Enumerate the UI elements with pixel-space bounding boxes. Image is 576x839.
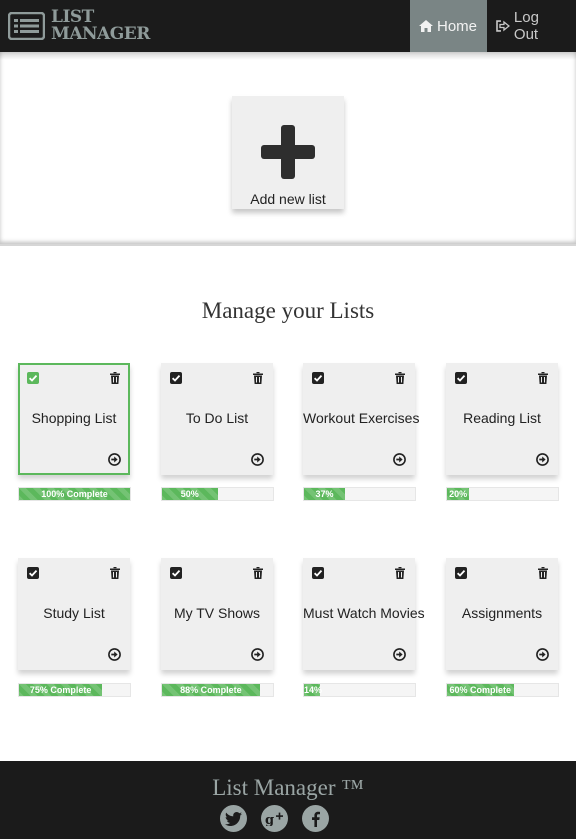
- arrow-right-circle-icon[interactable]: [393, 453, 406, 466]
- top-navbar: LIST MANAGER Home Log Out: [0, 0, 576, 52]
- sign-out-icon: [496, 20, 510, 32]
- footer-title: List Manager ™: [212, 775, 364, 800]
- checkbox-icon[interactable]: [312, 372, 324, 384]
- trash-icon[interactable]: [110, 372, 120, 384]
- progress-label: 88% Complete: [180, 685, 242, 695]
- trash-icon[interactable]: [538, 567, 548, 579]
- progress-bar: 100% Complete: [18, 487, 131, 501]
- checkbox-icon[interactable]: [455, 567, 467, 579]
- nav-home-link[interactable]: Home: [410, 0, 487, 52]
- list-card[interactable]: Study List: [18, 558, 130, 670]
- list-name: Workout Exercises: [303, 410, 420, 426]
- facebook-glyph: [312, 811, 320, 827]
- progress-bar: 37%: [303, 487, 416, 501]
- home-icon: [419, 20, 433, 32]
- list-name: Shopping List: [31, 410, 117, 426]
- list-name: Reading List: [463, 410, 541, 426]
- progress-bar: 50%: [161, 487, 274, 501]
- trash-icon[interactable]: [395, 372, 405, 384]
- arrow-right-circle-icon[interactable]: [536, 648, 549, 661]
- google-plus-glyph: g: [265, 812, 283, 826]
- trash-icon[interactable]: [253, 567, 263, 579]
- list-card[interactable]: To Do List: [161, 363, 273, 475]
- brand-text: LIST MANAGER: [51, 9, 150, 43]
- list-card[interactable]: My TV Shows: [161, 558, 273, 670]
- progress-bar: 14%: [303, 683, 416, 697]
- list-name: Assignments: [461, 605, 543, 621]
- list-card[interactable]: Must Watch Movies: [303, 558, 425, 670]
- arrow-right-circle-icon[interactable]: [536, 453, 549, 466]
- add-new-list-label: Add new list: [250, 191, 326, 207]
- list-card[interactable]: Shopping List: [18, 363, 130, 475]
- trash-icon[interactable]: [395, 567, 405, 579]
- trash-icon[interactable]: [538, 372, 548, 384]
- arrow-right-circle-icon[interactable]: [393, 648, 406, 661]
- facebook-icon[interactable]: [302, 805, 329, 832]
- plus-icon: [261, 125, 315, 179]
- list-icon: [8, 12, 45, 40]
- arrow-right-circle-icon[interactable]: [108, 453, 121, 466]
- progress-bar: 75% Complete: [18, 683, 131, 697]
- list-name: My TV Shows: [173, 605, 261, 621]
- list-name: Must Watch Movies: [303, 605, 425, 621]
- brand-line-2: MANAGER: [51, 24, 150, 44]
- arrow-right-circle-icon[interactable]: [251, 648, 264, 661]
- twitter-icon[interactable]: [220, 805, 247, 832]
- checkbox-icon[interactable]: [170, 372, 182, 384]
- progress-label: 14%: [304, 685, 323, 695]
- progress-label: 100% Complete: [41, 489, 108, 499]
- checkbox-icon[interactable]: [455, 372, 467, 384]
- progress-label: 20%: [449, 489, 468, 499]
- add-new-list-button[interactable]: Add new list: [232, 96, 344, 209]
- progress-label: 75% Complete: [29, 685, 92, 695]
- google-plus-icon[interactable]: g: [261, 805, 288, 832]
- progress-bar: 88% Complete: [161, 683, 274, 697]
- progress-bar: 20%: [446, 487, 559, 501]
- list-card[interactable]: Workout Exercises: [303, 363, 420, 475]
- checkbox-icon[interactable]: [170, 567, 182, 579]
- list-card[interactable]: Assignments: [446, 558, 558, 670]
- list-name: To Do List: [185, 410, 249, 426]
- nav-home-label: Home: [437, 17, 478, 35]
- list-card[interactable]: Reading List: [446, 363, 558, 475]
- footer: List Manager ™ g: [0, 761, 576, 839]
- progress-label: 60% Complete: [449, 685, 512, 695]
- list-name: Study List: [43, 605, 105, 621]
- progress-label: 50%: [180, 489, 199, 499]
- brand-logo[interactable]: LIST MANAGER: [8, 0, 150, 52]
- progress-bar: 60% Complete: [446, 683, 559, 697]
- twitter-glyph: [225, 811, 242, 826]
- checkbox-icon[interactable]: [27, 567, 39, 579]
- section-title: Manage your Lists: [201, 298, 375, 323]
- navbar-shadow: [0, 52, 576, 60]
- trash-icon[interactable]: [253, 372, 263, 384]
- svg-text:g: g: [265, 813, 274, 826]
- checkbox-icon[interactable]: [27, 372, 39, 384]
- arrow-right-circle-icon[interactable]: [108, 648, 121, 661]
- trash-icon[interactable]: [110, 567, 120, 579]
- progress-label: 37%: [315, 489, 334, 499]
- arrow-right-circle-icon[interactable]: [251, 453, 264, 466]
- nav-logout-label: Log Out: [513, 9, 539, 43]
- checkbox-icon[interactable]: [312, 567, 324, 579]
- nav-logout-link[interactable]: Log Out: [487, 0, 576, 52]
